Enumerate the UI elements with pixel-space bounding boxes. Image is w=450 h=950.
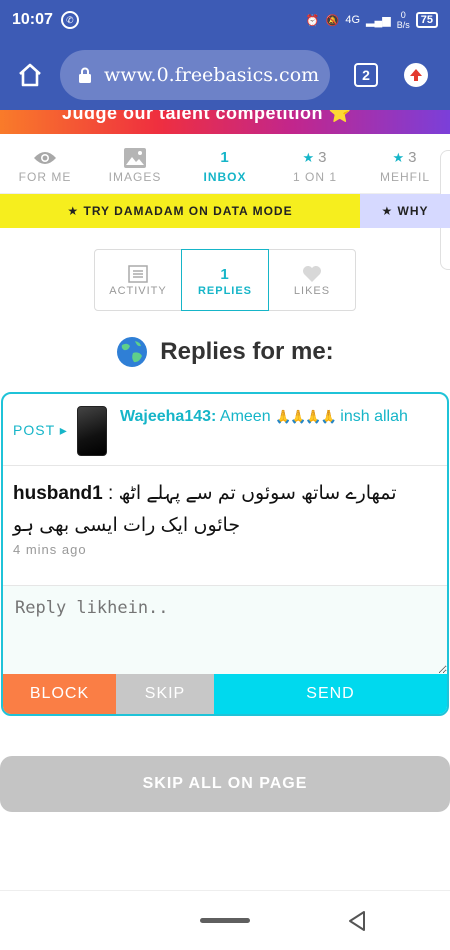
data-mode-link[interactable]: ★ TRY DAMADAM ON DATA MODE bbox=[0, 194, 360, 228]
arrow-up-icon bbox=[410, 69, 422, 81]
inbox-subtabs: ACTIVITY 1 REPLIES LIKES bbox=[94, 249, 356, 311]
tab-label: MEHFIL bbox=[379, 169, 430, 184]
status-time: 10:07 bbox=[12, 11, 53, 28]
subtab-activity[interactable]: ACTIVITY bbox=[95, 250, 181, 310]
upgrade-button[interactable] bbox=[404, 63, 428, 87]
reply-card: POST ▸ Wajeeha143: Ameen 🙏🙏🙏🙏 insh allah… bbox=[1, 392, 449, 716]
tab-inbox[interactable]: 1 INBOX bbox=[180, 136, 270, 193]
subtab-label: REPLIES bbox=[197, 285, 253, 297]
block-button[interactable]: BLOCK bbox=[3, 674, 116, 714]
tab-images[interactable]: IMAGES bbox=[90, 136, 180, 193]
skip-button[interactable]: SKIP bbox=[116, 674, 214, 714]
reply-username[interactable]: husband1 bbox=[13, 483, 103, 504]
battery-icon: 75 bbox=[415, 12, 438, 28]
post-context: POST ▸ Wajeeha143: Ameen 🙏🙏🙏🙏 insh allah bbox=[3, 394, 447, 466]
star-icon: ★ bbox=[392, 149, 406, 165]
post-message: Ameen bbox=[219, 408, 271, 425]
banner-text: Judge our talent competition ⭐ bbox=[62, 110, 352, 123]
status-icons: ⏰ 🔕 4G ▂▄▆ 0 B/s 75 bbox=[306, 10, 438, 30]
tab-mehfil[interactable]: ★ 3 MEHFIL bbox=[360, 136, 450, 193]
post-link[interactable]: POST ▸ bbox=[13, 422, 68, 439]
reply-timestamp: 4 mins ago bbox=[13, 542, 87, 557]
back-icon[interactable] bbox=[345, 909, 369, 933]
subtab-label: LIKES bbox=[293, 285, 331, 297]
subtab-replies[interactable]: 1 REPLIES bbox=[181, 249, 269, 311]
post-username[interactable]: Wajeeha143: bbox=[120, 408, 216, 425]
tab-label: FOR ME bbox=[18, 169, 72, 184]
post-message-end: insh allah bbox=[340, 408, 408, 425]
mute-icon: 🔕 bbox=[325, 14, 340, 27]
card-actions: BLOCK SKIP SEND bbox=[3, 674, 447, 714]
tab-label: 1 ON 1 bbox=[292, 169, 337, 184]
data-mode-strip: ★ TRY DAMADAM ON DATA MODE ★ WHY bbox=[0, 194, 450, 228]
tab-1-on-1[interactable]: ★ 3 1 ON 1 bbox=[270, 136, 360, 193]
page-title: Replies for me: bbox=[0, 332, 450, 372]
eye-icon bbox=[34, 151, 56, 164]
heart-icon bbox=[303, 266, 321, 282]
list-icon bbox=[128, 265, 148, 283]
lock-icon bbox=[79, 67, 91, 83]
tabs-button[interactable]: 2 bbox=[354, 63, 378, 87]
star-icon: ★ bbox=[302, 149, 316, 165]
tab-label: INBOX bbox=[203, 169, 247, 184]
browser-toolbar: www.0.freebasics.com 2 bbox=[0, 40, 450, 110]
replies-count: 1 bbox=[220, 265, 230, 283]
image-icon bbox=[124, 147, 146, 168]
tab-label: IMAGES bbox=[108, 169, 162, 184]
subtab-label: ACTIVITY bbox=[109, 285, 167, 297]
signal-icon: ▂▄▆ bbox=[366, 14, 391, 27]
home-icon bbox=[19, 63, 41, 87]
folded-hands-icon: 🙏🙏🙏🙏 bbox=[275, 409, 337, 424]
whatsapp-icon: ✆ bbox=[60, 11, 79, 29]
globe-icon bbox=[117, 337, 148, 367]
tab-for-me[interactable]: FOR ME bbox=[0, 136, 90, 193]
reply-input[interactable] bbox=[3, 586, 447, 674]
tab-count: 3 bbox=[408, 149, 418, 166]
status-bar: 10:07 ✆ ⏰ 🔕 4G ▂▄▆ 0 B/s 75 bbox=[0, 0, 450, 40]
subtab-likes[interactable]: LIKES bbox=[269, 250, 355, 310]
why-link[interactable]: ★ WHY bbox=[360, 194, 450, 228]
heading-text: Replies for me: bbox=[160, 338, 334, 365]
inbox-count: 1 bbox=[220, 149, 230, 166]
reply-text: husband1 : تمھارے ساتھ سوئوں تم سے پہلے … bbox=[13, 478, 437, 542]
reply-content: husband1 : تمھارے ساتھ سوئوں تم سے پہلے … bbox=[3, 466, 447, 586]
main-nav: FOR ME IMAGES 1 INBOX ★ 3 1 ON 1 ★ 3 MEHFI… bbox=[0, 136, 450, 194]
network-label: 4G bbox=[345, 14, 361, 26]
url-text: www.0.freebasics.com bbox=[104, 64, 320, 86]
url-bar[interactable]: www.0.freebasics.com bbox=[60, 50, 330, 100]
net-speed: 0 B/s bbox=[396, 10, 410, 30]
alarm-icon: ⏰ bbox=[305, 14, 320, 27]
post-text: Wajeeha143: Ameen 🙏🙏🙏🙏 insh allah bbox=[120, 404, 438, 430]
send-button[interactable]: SEND bbox=[214, 674, 447, 714]
home-gesture-bar[interactable] bbox=[200, 918, 250, 923]
avatar[interactable] bbox=[77, 406, 107, 456]
skip-all-button[interactable]: SKIP ALL ON PAGE bbox=[0, 756, 450, 812]
home-button[interactable] bbox=[0, 40, 60, 110]
talent-banner[interactable]: Judge our talent competition ⭐ bbox=[0, 110, 450, 134]
system-nav-bar bbox=[0, 890, 450, 950]
tab-count: 3 bbox=[318, 149, 328, 166]
